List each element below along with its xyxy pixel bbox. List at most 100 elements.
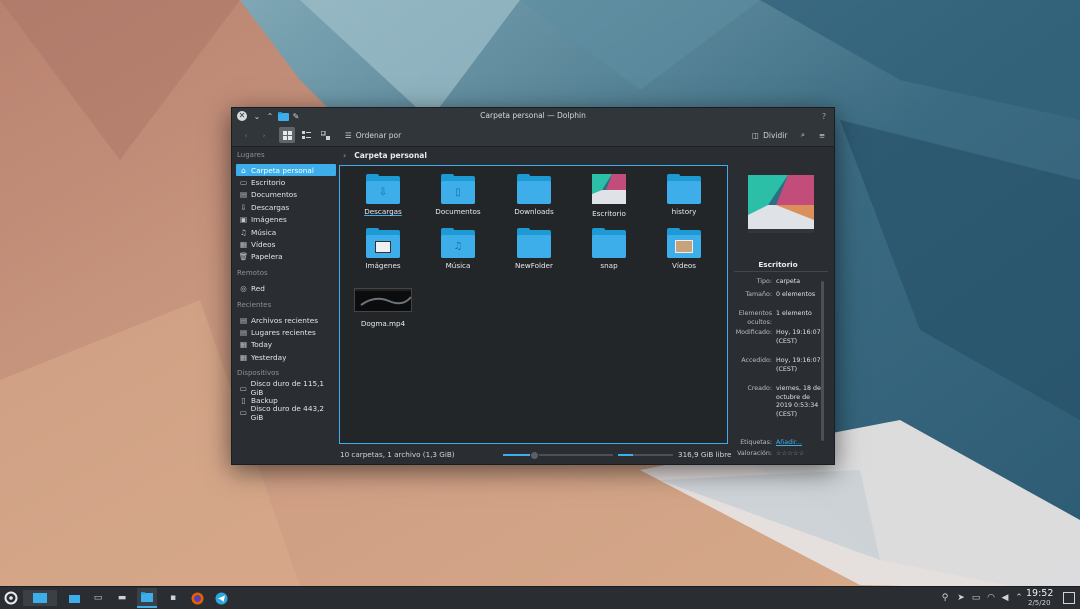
- info-scrollbar[interactable]: [821, 281, 824, 441]
- harddisk-icon: ▭: [239, 383, 247, 393]
- back-arrow-icon[interactable]: ‹: [238, 127, 254, 143]
- file-name: snap: [600, 261, 618, 270]
- file-item[interactable]: NewFolder: [504, 228, 564, 270]
- file-item[interactable]: snap: [579, 228, 639, 270]
- video-thumbnail: [354, 288, 412, 312]
- firefox-icon[interactable]: [189, 590, 205, 606]
- telegram-tray-icon[interactable]: ➤: [953, 590, 969, 606]
- sidebar-item[interactable]: ⇩ Descargas: [236, 201, 336, 213]
- info-property-row: Modificado: Hoy, 19:16:07 (CEST): [730, 329, 826, 346]
- information-panel: Escritorio Tipo: carpeta Tamaño: 0 elemento…: [730, 147, 834, 457]
- file-item[interactable]: Imágenes: [353, 228, 413, 270]
- sidebar-item-label: Red: [251, 283, 265, 293]
- split-button[interactable]: ◫ Dividir: [752, 127, 787, 143]
- info-divider: [734, 271, 828, 272]
- folder-icon: [667, 228, 701, 258]
- sidebar-item[interactable]: ▤ Documentos: [236, 189, 336, 201]
- recent-places-icon: ▤: [239, 327, 248, 337]
- tray-expand-icon[interactable]: ⌃: [1011, 590, 1027, 606]
- sidebar-item[interactable]: ▭ Disco duro de 115,1 GiB: [236, 379, 336, 397]
- download-icon: ⇩: [240, 202, 247, 212]
- desktop-folder-thumbnail: [592, 174, 626, 204]
- calendar-icon: ▦: [239, 352, 248, 362]
- sidebar-item[interactable]: ▦ Yesterday: [236, 351, 336, 363]
- folder-icon: [517, 228, 551, 258]
- breadcrumb[interactable]: › Carpeta personal: [340, 148, 730, 162]
- file-name: Música: [445, 261, 471, 270]
- search-icon[interactable]: ⌕: [795, 127, 811, 143]
- devices-header: Dispositivos: [237, 369, 280, 377]
- free-space-fill: [618, 454, 634, 456]
- file-item[interactable]: Dogma.mp4: [353, 288, 413, 328]
- sidebar-item[interactable]: 🗑 Papelera: [236, 251, 336, 263]
- places-panel: Lugares ⌂ Carpeta personal ▭ Escritorio ▤ Doc…: [232, 147, 338, 443]
- file-view[interactable]: ⇩ Descargas ▯ Documentos Downloads Escritorio…: [339, 165, 728, 444]
- terminal-icon[interactable]: ▬: [114, 590, 130, 606]
- file-item[interactable]: history: [654, 174, 714, 216]
- sidebar-item[interactable]: ▤ Archivos recientes: [236, 314, 336, 326]
- sidebar-item[interactable]: ◎ Red: [236, 282, 336, 294]
- breadcrumb-location[interactable]: Carpeta personal: [354, 151, 427, 160]
- info-property-key: Tamaño:: [745, 291, 772, 298]
- split-label: Dividir: [763, 130, 788, 140]
- clock-time[interactable]: 19:52: [1026, 588, 1053, 599]
- info-property-value: Hoy, 19:16:07 (CEST): [776, 329, 821, 345]
- image-icon: ▣: [239, 215, 248, 225]
- remote-header: Remotos: [237, 269, 268, 277]
- sidebar-item[interactable]: ▤ Lugares recientes: [236, 326, 336, 338]
- forward-arrow-icon[interactable]: ›: [256, 127, 272, 143]
- sidebar-item-label: Carpeta personal: [251, 165, 314, 175]
- file-name: Downloads: [514, 207, 554, 216]
- icons-view-icon[interactable]: [279, 127, 295, 143]
- file-name: Escritorio: [592, 209, 626, 218]
- help-icon[interactable]: ?: [818, 110, 830, 122]
- folder-icon: [366, 228, 400, 258]
- file-name: Dogma.mp4: [360, 319, 406, 328]
- folder-icon: ⇩: [366, 174, 400, 204]
- sidebar-item[interactable]: ▭ Disco duro de 443,2 GiB: [236, 404, 336, 422]
- sidebar-item[interactable]: ▦ Today: [236, 339, 336, 351]
- telegram-icon[interactable]: [213, 590, 229, 606]
- sidebar-item-label: Imágenes: [251, 215, 287, 225]
- info-property-key: Elementos ocultos:: [738, 310, 772, 326]
- chevron-right-icon: ›: [343, 150, 347, 160]
- compact-view-icon[interactable]: [298, 127, 314, 143]
- info-property-row: Elementos ocultos: 1 elemento: [730, 310, 826, 327]
- sidebar-item[interactable]: ♫ Música: [236, 226, 336, 238]
- file-name: Descargas: [364, 207, 402, 216]
- file-manager-taskbar-icon[interactable]: [66, 590, 82, 606]
- show-desktop-icon[interactable]: [1061, 590, 1077, 606]
- hamburger-menu-icon[interactable]: ≡: [814, 127, 830, 143]
- dolphin-taskbar-icon[interactable]: [137, 588, 157, 608]
- sidebar-item-label: Today: [251, 340, 273, 350]
- folder-icon: [517, 174, 551, 204]
- file-item[interactable]: Vídeos: [654, 228, 714, 270]
- info-item-name: Escritorio: [758, 260, 798, 269]
- file-item[interactable]: Downloads: [504, 174, 564, 216]
- application-launcher-icon[interactable]: [3, 590, 19, 606]
- details-view-icon[interactable]: [317, 127, 333, 143]
- file-item[interactable]: ⇩ Descargas: [353, 174, 413, 216]
- discover-icon[interactable]: ▪: [165, 590, 181, 606]
- window-titlebar[interactable]: ✕ ⌄ ⌃ ✎ Carpeta personal — Dolphin ?: [232, 108, 834, 124]
- sidebar-item[interactable]: ⌂ Carpeta personal: [236, 164, 336, 176]
- network-tray-icon[interactable]: ⚲: [937, 590, 953, 606]
- system-settings-icon[interactable]: ▭: [90, 590, 106, 606]
- sort-by-button[interactable]: ☰ Ordenar por: [345, 127, 401, 143]
- toolbar: ‹ › ☰ Ordenar por ◫ Dividir ⌕ ≡: [232, 124, 834, 147]
- sidebar-item[interactable]: ▦ Vídeos: [236, 238, 336, 250]
- pager-icon[interactable]: [23, 590, 57, 606]
- recent-files-icon: ▤: [239, 315, 248, 325]
- sidebar-item[interactable]: ▭ Escritorio: [236, 176, 336, 188]
- file-item[interactable]: ♫ Música: [428, 228, 488, 270]
- file-item[interactable]: ▯ Documentos: [428, 174, 488, 216]
- file-item[interactable]: Escritorio: [579, 174, 639, 218]
- zoom-slider[interactable]: [503, 451, 613, 460]
- clock-date[interactable]: 2/5/20: [1028, 599, 1051, 607]
- sort-label: Ordenar por: [355, 130, 402, 140]
- usb-drive-icon: ▯: [241, 395, 246, 405]
- battery-icon[interactable]: ▭: [968, 590, 984, 606]
- zoom-slider-handle[interactable]: [529, 451, 539, 460]
- sidebar-item[interactable]: ▣ Imágenes: [236, 214, 336, 226]
- taskbar: ▭ ▬ ▪ ⚲ ➤ ▭ ◠ ◀ ⌃ 19:52 2/5/20: [0, 586, 1080, 609]
